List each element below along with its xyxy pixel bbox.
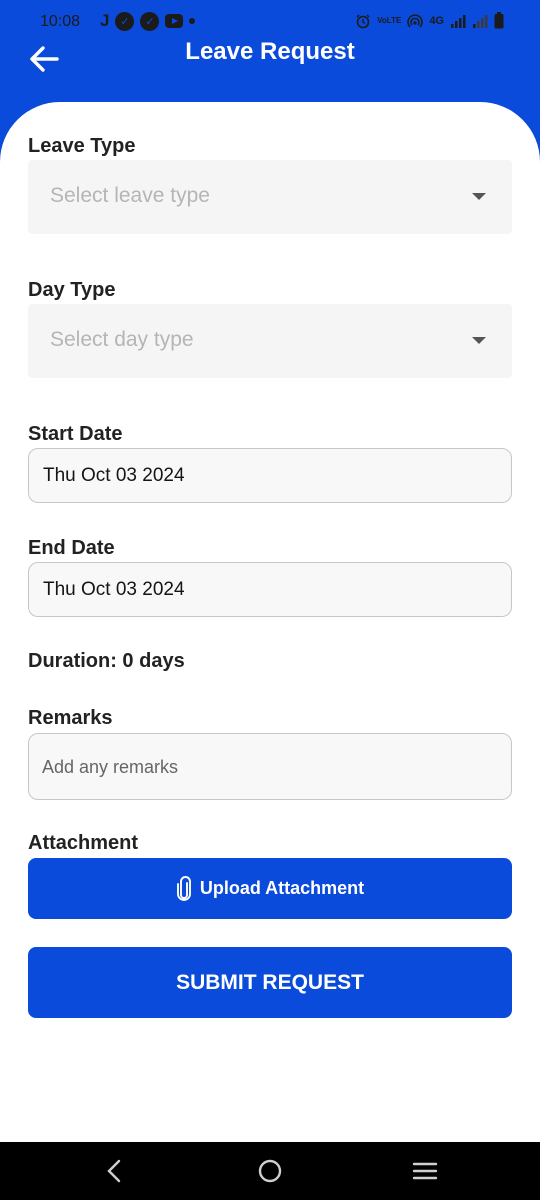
day-type-placeholder: Select day type — [50, 328, 194, 351]
youtube-icon — [165, 14, 184, 28]
leave-type-label: Leave Type — [28, 135, 136, 157]
remarks-label: Remarks — [28, 707, 113, 729]
upload-attachment-label: Upload Attachment — [199, 878, 365, 898]
day-type-label: Day Type — [28, 279, 116, 301]
start-date-label: Start Date — [28, 423, 123, 445]
caret-down-icon — [472, 193, 486, 200]
start-date-field[interactable]: Thu Oct 03 2024 — [28, 448, 512, 503]
page-title: Leave Request — [185, 38, 355, 65]
leave-type-placeholder: Select leave type — [50, 184, 210, 207]
alarm-icon — [356, 13, 370, 28]
nav-home-button[interactable] — [255, 1156, 285, 1186]
network-type: 4G — [429, 14, 444, 27]
duration-text: Duration: 0 days — [28, 650, 185, 672]
end-date-value: Thu Oct 03 2024 — [43, 579, 185, 600]
leave-type-select[interactable]: Select leave type — [28, 160, 512, 234]
nav-recents-button[interactable] — [410, 1156, 440, 1186]
system-navigation-bar — [0, 1142, 540, 1200]
end-date-field[interactable]: Thu Oct 03 2024 — [28, 562, 512, 617]
app-icon: ✓ — [115, 11, 135, 31]
j-app-icon: J — [100, 11, 110, 30]
caret-down-icon — [472, 337, 486, 344]
app-icon: ✓ — [140, 11, 160, 31]
attachment-label: Attachment — [28, 832, 139, 854]
end-date-label: End Date — [28, 537, 115, 559]
signal-icon-secondary — [473, 14, 488, 28]
nav-back-button[interactable] — [100, 1156, 130, 1186]
volte-icon: VoLTE — [377, 16, 402, 25]
status-notification-icons: J ✓ ✓ — [100, 11, 196, 31]
remarks-input[interactable]: Add any remarks — [28, 733, 512, 800]
status-time: 10:08 — [40, 13, 81, 30]
remarks-placeholder: Add any remarks — [42, 757, 179, 777]
home-icon — [258, 1159, 282, 1183]
paperclip-icon — [176, 875, 191, 901]
submit-request-button[interactable]: SUBMIT REQUEST — [28, 947, 512, 1018]
upload-attachment-button[interactable]: Upload Attachment — [28, 858, 512, 919]
back-icon — [107, 1159, 121, 1183]
battery-icon — [494, 12, 504, 29]
hotspot-icon — [407, 13, 423, 28]
day-type-select[interactable]: Select day type — [28, 304, 512, 378]
start-date-value: Thu Oct 03 2024 — [43, 465, 185, 486]
status-system-icons: VoLTE 4G — [355, 12, 504, 29]
signal-icon — [451, 14, 466, 28]
menu-icon — [412, 1162, 438, 1180]
submit-request-label: SUBMIT REQUEST — [176, 970, 364, 994]
notification-dot-icon — [189, 18, 196, 24]
